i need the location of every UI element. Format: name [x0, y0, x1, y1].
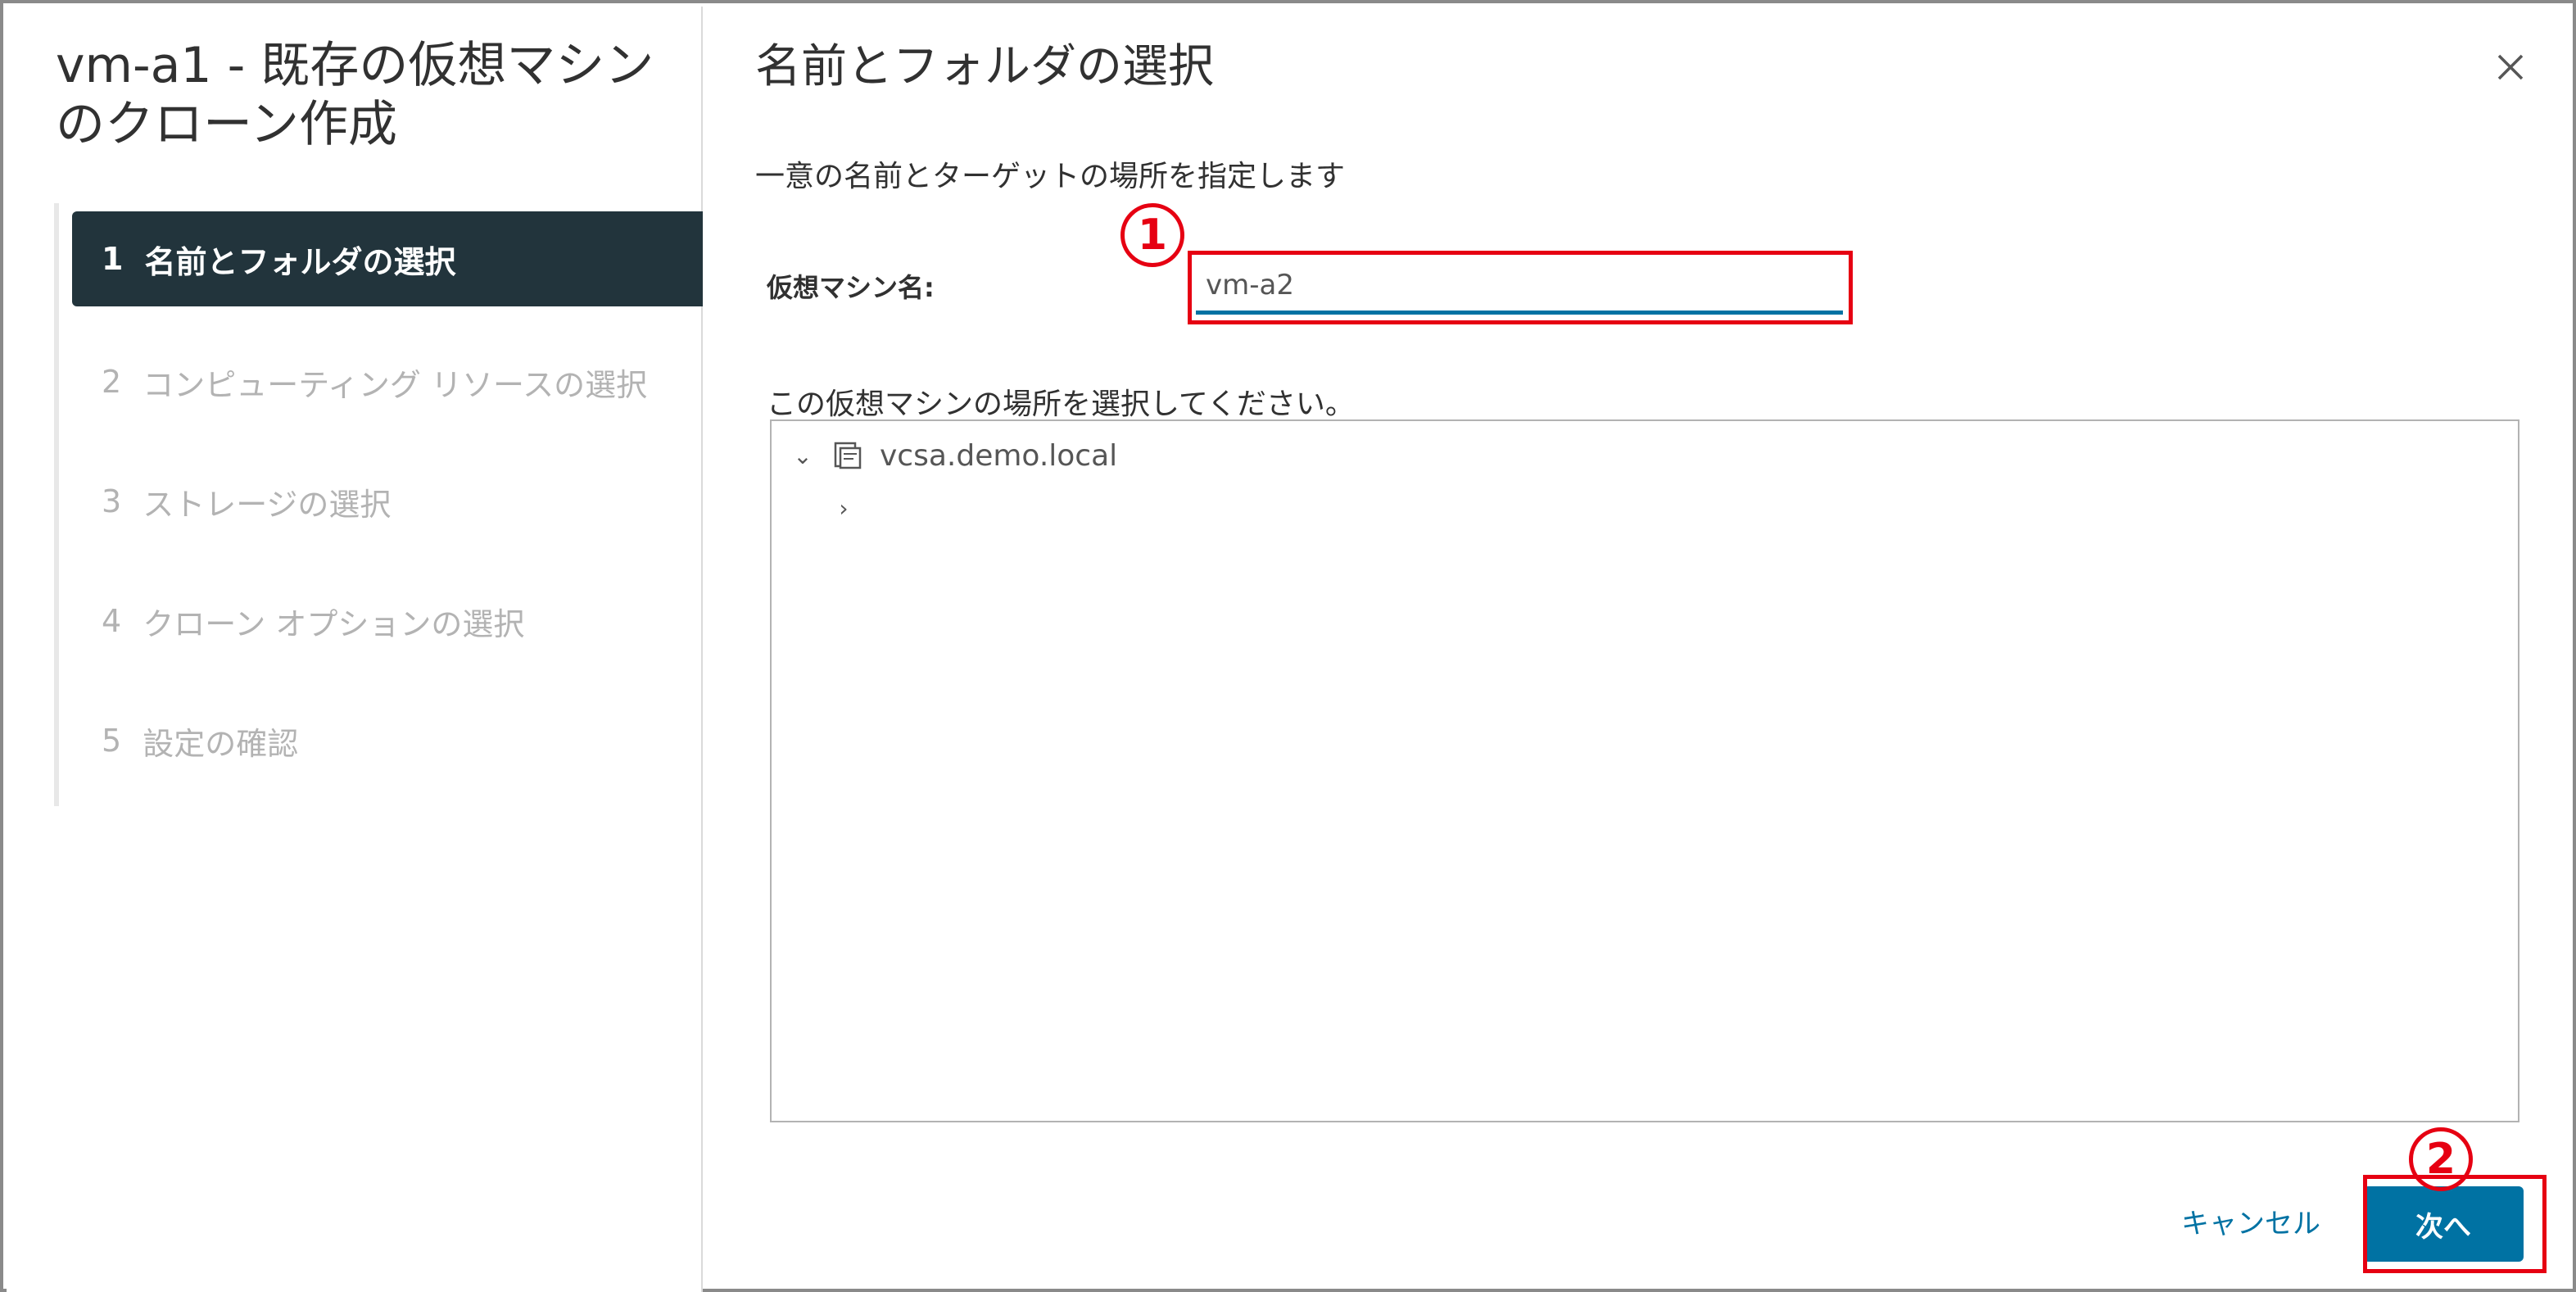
- chevron-right-icon[interactable]: ›: [827, 495, 860, 522]
- step-rail: [54, 203, 59, 806]
- step-2-compute-resource[interactable]: 2 コンピューティング リソースの選択: [72, 334, 703, 429]
- close-icon: [2497, 54, 2524, 80]
- step-5-review[interactable]: 5 設定の確認: [72, 693, 703, 788]
- page-subtitle: 一意の名前とターゲットの場所を指定します: [755, 160, 1346, 193]
- step-number: 3: [102, 483, 122, 519]
- step-label: ストレージの選択: [143, 486, 392, 523]
- wizard-title: vm-a1 - 既存の仮想マシンのクローン作成: [56, 37, 654, 153]
- wizard-content: 名前とフォルダの選択 一意の名前とターゲットの場所を指定します 仮想マシン名: …: [704, 7, 2569, 1285]
- step-label: コンピューティング リソースの選択: [143, 366, 648, 403]
- step-4-clone-options[interactable]: 4 クローン オプションの選択: [72, 573, 703, 669]
- step-3-storage[interactable]: 3 ストレージの選択: [72, 454, 703, 549]
- cancel-button[interactable]: キャンセル: [2181, 1201, 2320, 1241]
- annotation-number-1: 1: [1120, 203, 1184, 267]
- step-number: 1: [102, 241, 124, 277]
- tree-node-label: Datacenter: [930, 491, 1096, 525]
- tree-node-label: vcsa.demo.local: [880, 438, 1118, 473]
- annotation-number-2: 2: [2409, 1127, 2473, 1191]
- tree-node-datacenter-row: › Datacenter: [772, 482, 2518, 534]
- location-tree: ⌄ vcsa.demo.local › Datacenter: [770, 419, 2519, 1122]
- step-label: 名前とフォルダの選択: [144, 243, 456, 280]
- vm-name-label: 仮想マシン名:: [767, 272, 935, 303]
- step-number: 2: [102, 364, 122, 400]
- annotation-box-1: [1188, 251, 1853, 324]
- step-1-name-folder[interactable]: 1 名前とフォルダの選択: [72, 211, 703, 306]
- tree-node-datacenter[interactable]: Datacenter: [870, 482, 2518, 534]
- chevron-down-icon[interactable]: ⌄: [786, 442, 819, 469]
- location-label: この仮想マシンの場所を選択してください。: [767, 388, 1355, 421]
- step-number: 4: [102, 603, 122, 639]
- page-title: 名前とフォルダの選択: [755, 40, 1214, 93]
- datacenter-icon: [878, 487, 919, 528]
- close-button[interactable]: [2484, 41, 2537, 93]
- tree-node-vcenter[interactable]: ⌄ vcsa.demo.local: [772, 429, 2518, 482]
- clone-vm-dialog: vm-a1 - 既存の仮想マシンのクローン作成 1 名前とフォルダの選択 2 コ…: [0, 0, 2576, 1292]
- step-label: クローン オプションの選択: [143, 605, 525, 642]
- vcenter-icon: [827, 435, 868, 476]
- annotation-box-2: [2363, 1175, 2547, 1273]
- step-label: 設定の確認: [143, 725, 299, 762]
- wizard-sidebar: vm-a1 - 既存の仮想マシンのクローン作成 1 名前とフォルダの選択 2 コ…: [7, 7, 703, 1292]
- step-number: 5: [102, 723, 122, 759]
